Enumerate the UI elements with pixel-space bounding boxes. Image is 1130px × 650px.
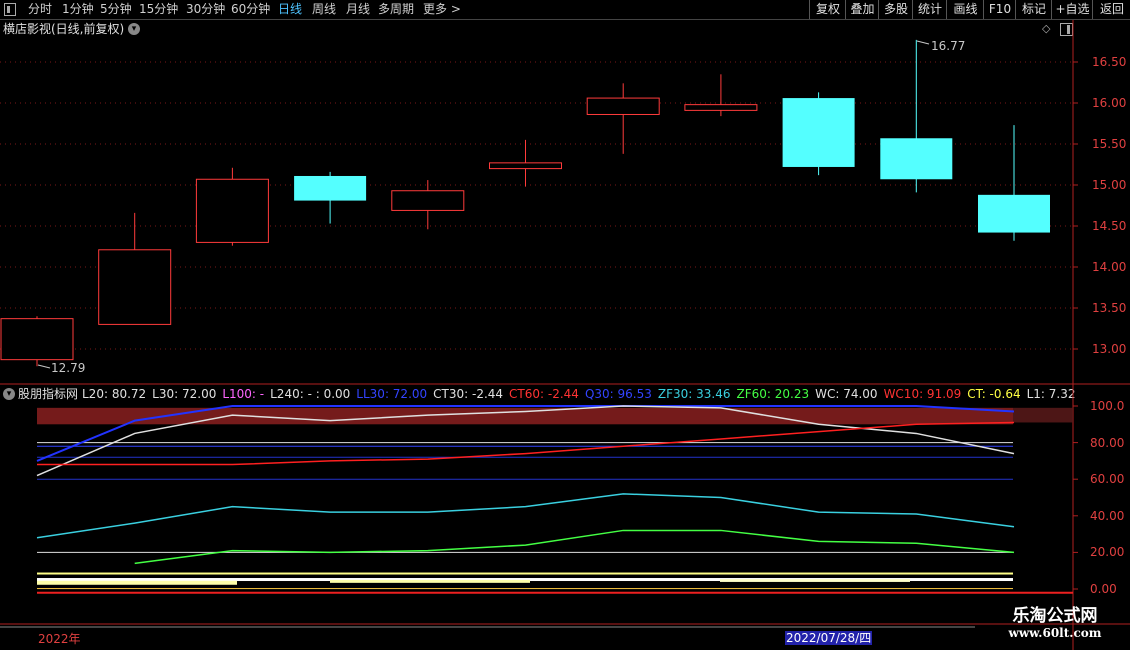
cursor-date-label: 2022/07/28/四: [785, 631, 873, 645]
price-tick-label: 16.00: [1092, 96, 1127, 110]
candle-body: [684, 104, 758, 111]
candle-body: [195, 178, 269, 243]
watermark-url: www.60lt.com: [1008, 626, 1102, 640]
min-price-label: 12.79: [51, 361, 86, 375]
indicator-series-line: [134, 529, 1015, 565]
candle-body: [0, 318, 74, 361]
indicator-band: [37, 407, 1013, 425]
candle-body: [391, 190, 465, 211]
indicator-tick-label: 80.00: [1090, 435, 1125, 450]
price-tick-label: 14.50: [1092, 219, 1127, 233]
chart-canvas[interactable]: [0, 0, 1130, 650]
max-price-label: 16.77: [931, 39, 966, 53]
max-price-marker: [916, 40, 930, 45]
candle-body: [294, 175, 367, 201]
indicator-series-line: [36, 493, 1015, 539]
indicator-tick-label: 20.00: [1090, 545, 1125, 560]
indicator-bar-yellow: [37, 572, 1013, 575]
candle-body: [489, 162, 562, 170]
candle-body: [782, 98, 855, 167]
indicator-bar-cream: [720, 578, 910, 582]
price-tick-label: 13.50: [1092, 301, 1127, 315]
indicator-bar-cream: [330, 579, 530, 583]
indicator-zero-line: [37, 588, 1013, 590]
indicator-tick-label: 40.00: [1090, 508, 1125, 523]
price-tick-label: 15.00: [1092, 178, 1127, 192]
candle-body: [586, 97, 660, 115]
indicator-tick-label: 0.00: [1090, 582, 1117, 596]
indicator-tick-label: 60.00: [1090, 472, 1125, 487]
indicator-band-end: [1013, 407, 1073, 423]
price-tick-label: 13.00: [1092, 342, 1127, 356]
candle-body: [98, 249, 172, 325]
candle-body: [880, 138, 953, 180]
watermark-title: 乐淘公式网: [1012, 606, 1098, 626]
price-tick-label: 14.00: [1092, 260, 1127, 274]
candle-body: [978, 194, 1050, 233]
price-tick-label: 16.50: [1092, 55, 1127, 69]
price-tick-label: 15.50: [1092, 137, 1127, 151]
indicator-bar-cream: [37, 580, 237, 585]
indicator-ct-line: [37, 591, 1073, 594]
watermark: 乐淘公式网 www.60lt.com: [994, 606, 1116, 641]
year-label: 2022年: [38, 632, 81, 646]
indicator-tick-label: 100.0: [1090, 399, 1125, 413]
min-price-marker: [37, 364, 51, 369]
